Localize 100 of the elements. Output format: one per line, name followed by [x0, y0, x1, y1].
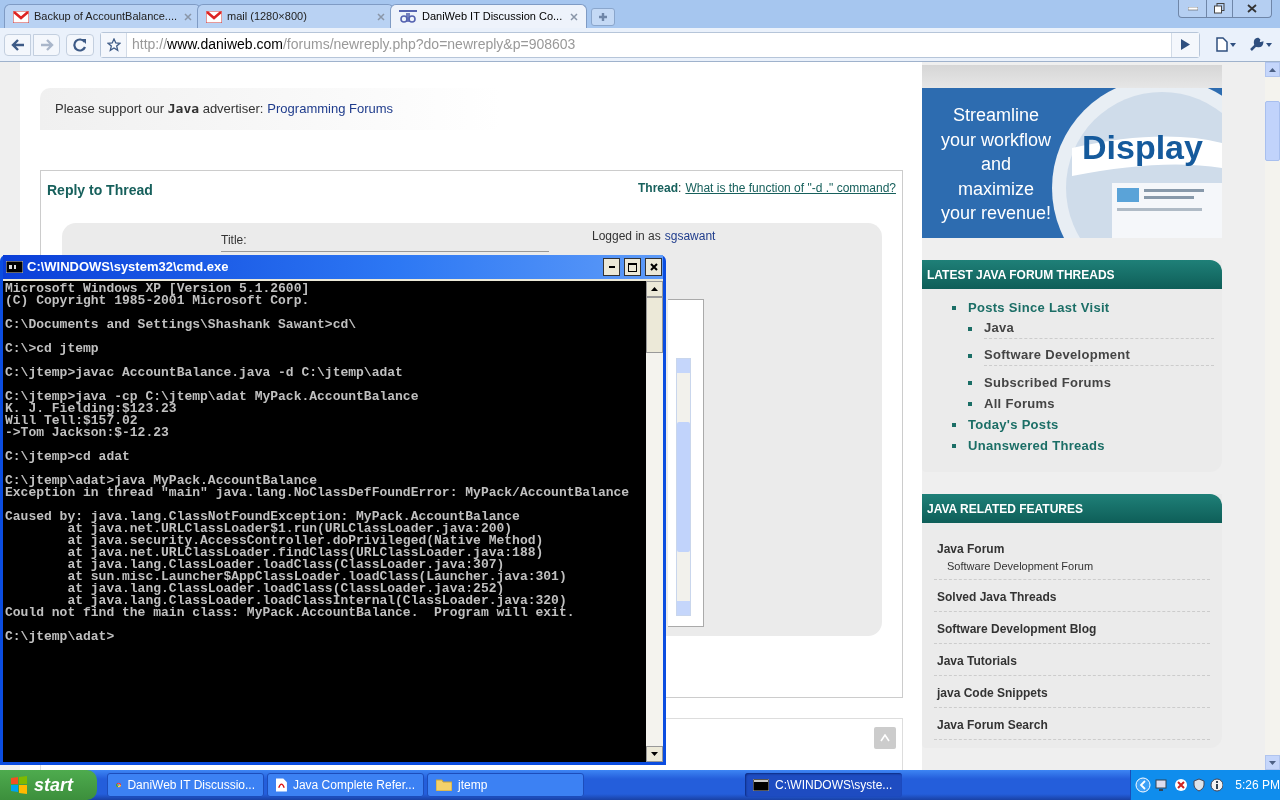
thread-category-link[interactable]: Today's Posts	[968, 414, 1059, 435]
arrow-up-icon	[1269, 67, 1276, 72]
bullet-icon	[968, 380, 972, 385]
scroll-thumb[interactable]	[677, 421, 690, 552]
console-scrollbar[interactable]	[646, 281, 663, 762]
console-line: C:\jtemp\adat>java MyPack.AccountBalance	[5, 475, 318, 487]
page-icon	[1216, 37, 1228, 52]
logged-in-text: Logged in as	[592, 227, 661, 245]
thread-label: Thread:	[638, 179, 682, 197]
scroll-thumb[interactable]	[646, 297, 663, 353]
console-line: at sun.misc.Launcher$AppClassLoader.loadClass(Launcher.java:301)	[66, 571, 568, 583]
envelope-icon	[206, 10, 222, 23]
taskbar-button[interactable]: DaniWeb IT Discussio...	[107, 773, 264, 797]
reload-icon	[73, 37, 87, 52]
bullet-icon	[968, 326, 972, 331]
panel-header: LATEST JAVA FORUM THREADS	[922, 260, 1222, 289]
close-icon[interactable]	[377, 12, 385, 21]
console-line: K. J. Fielding:$123.23	[5, 403, 177, 415]
thread-category-link[interactable]: Unanswered Threads	[968, 435, 1105, 456]
plus-icon	[598, 12, 608, 22]
close-icon[interactable]	[184, 12, 192, 21]
back-icon	[10, 38, 25, 51]
console-icon	[6, 261, 23, 273]
console-line: at java.net.URLClassLoader$1.run(URLClassLoader.java:200)	[67, 523, 513, 535]
minimize-button[interactable]	[603, 258, 620, 276]
username-link[interactable]: sgsawant	[664, 226, 716, 245]
shield-icon[interactable]	[1191, 778, 1206, 792]
console-line: ->Tom Jackson:$-12.23	[5, 427, 170, 439]
feature-link[interactable]: Java Forum	[937, 540, 1210, 558]
forum-link[interactable]: Subscribed Forums	[984, 372, 1222, 393]
taskbar-button[interactable]: Java Complete Refer...	[267, 773, 424, 797]
minimize-icon	[1187, 6, 1198, 11]
feature-link[interactable]: Java Tutorials	[937, 652, 1210, 670]
back-button[interactable]	[4, 33, 31, 56]
bullet-icon	[952, 305, 956, 310]
caret-icon	[1230, 42, 1236, 47]
console-line: C:\jtemp>cd adat	[5, 451, 131, 463]
close-button[interactable]	[645, 258, 662, 276]
envelope-icon	[13, 10, 29, 23]
advertiser-link[interactable]: Programming Forums	[267, 99, 394, 119]
console-line: at java.security.AccessController.doPrivileged(Native Method)	[66, 535, 545, 547]
minimize-icon	[608, 266, 615, 268]
console-line: C:\jtemp>java -cp C:\jtemp\adat MyPack.AccountBalance	[5, 391, 420, 403]
forward-icon	[39, 38, 54, 51]
bullet-icon	[952, 443, 956, 448]
ad-slogan: your revenue!	[940, 202, 1052, 225]
console-line: Microsoft Windows XP [Version 5.1.2600]	[5, 283, 311, 295]
console-icon	[753, 779, 769, 791]
chevron-left-icon[interactable]	[1135, 777, 1151, 793]
bullet-icon	[952, 422, 956, 427]
console-line: Could not find the main class: MyPack.AccountBalance. Program will exit.	[5, 607, 576, 619]
feature-link[interactable]: Java Forum Search	[937, 716, 1210, 734]
thread-category-link[interactable]: Posts Since Last Visit	[968, 297, 1110, 318]
taskbar-button[interactable]: jtemp	[427, 773, 584, 797]
forum-link[interactable]: All Forums	[984, 393, 1222, 414]
tab-title: mail (1280×800)	[227, 9, 308, 25]
forum-link[interactable]: Java	[984, 318, 1214, 339]
bullet-icon	[968, 401, 972, 406]
console-line: (C) Copyright 1985-2001 Microsoft Corp.	[5, 295, 311, 307]
panel-header: JAVA RELATED FEATURES	[922, 494, 1222, 523]
message-editor[interactable]	[668, 298, 704, 627]
window-title: C:\WINDOWS\system32\cmd.exe	[27, 258, 230, 277]
wrench-icon	[1248, 37, 1264, 52]
windows-logo-icon	[10, 776, 28, 794]
address-bar[interactable]: http://www.daniweb.com/forums/newreply.php?do=newreply&p=908603	[100, 31, 1200, 58]
browser-tab[interactable]: DaniWeb IT Discussion Co...	[390, 4, 587, 28]
console-line: at java.lang.ClassLoader.loadClass(ClassLoader.java:252)	[66, 583, 505, 595]
scroll-thumb[interactable]	[1265, 101, 1280, 161]
url-text: http://www.daniweb.com/forums/newreply.php?do=newreply&p=908603	[132, 35, 576, 54]
close-icon	[1247, 4, 1257, 13]
play-icon	[1181, 39, 1190, 50]
maximize-button[interactable]	[624, 258, 641, 276]
tab-title: DaniWeb IT Discussion Co...	[422, 9, 564, 25]
forum-link[interactable]: Software Development	[984, 345, 1214, 366]
page-scrollbar[interactable]	[1265, 62, 1280, 770]
close-icon[interactable]	[570, 12, 578, 21]
console-line: C:\jtemp\adat>	[5, 631, 116, 643]
editor-scrollbar[interactable]	[676, 357, 691, 616]
thread-link[interactable]: What is the function of "-d ." command?	[685, 178, 896, 197]
arrow-up-icon	[651, 287, 658, 291]
chevron-up-icon	[880, 734, 890, 743]
form-heading: Reply to Thread	[47, 180, 153, 200]
new-tab-button[interactable]	[591, 8, 615, 26]
feature-link[interactable]: java Code Snippets	[937, 684, 1210, 702]
reload-button[interactable]	[66, 33, 94, 56]
ad-brand: Display	[1082, 130, 1203, 164]
maximize-icon	[628, 262, 637, 272]
error-badge-icon[interactable]	[1174, 778, 1188, 792]
feature-link[interactable]: Software Development Blog	[937, 620, 1210, 638]
arrow-down-icon	[1269, 760, 1276, 765]
feature-link[interactable]: Solved Java Threads	[937, 588, 1210, 606]
info-icon[interactable]	[1209, 778, 1224, 792]
bullet-icon	[968, 353, 972, 358]
site-logo-icon	[399, 9, 417, 24]
star-icon[interactable]	[106, 37, 121, 52]
ad-slogan: and	[980, 153, 1011, 176]
taskbar-button[interactable]: C:\WINDOWS\syste...	[745, 773, 902, 797]
go-button[interactable]	[1171, 32, 1199, 57]
feature-sub-link[interactable]: Software Development Forum	[937, 558, 1210, 574]
ad-slogan: Streamline	[952, 104, 1039, 127]
